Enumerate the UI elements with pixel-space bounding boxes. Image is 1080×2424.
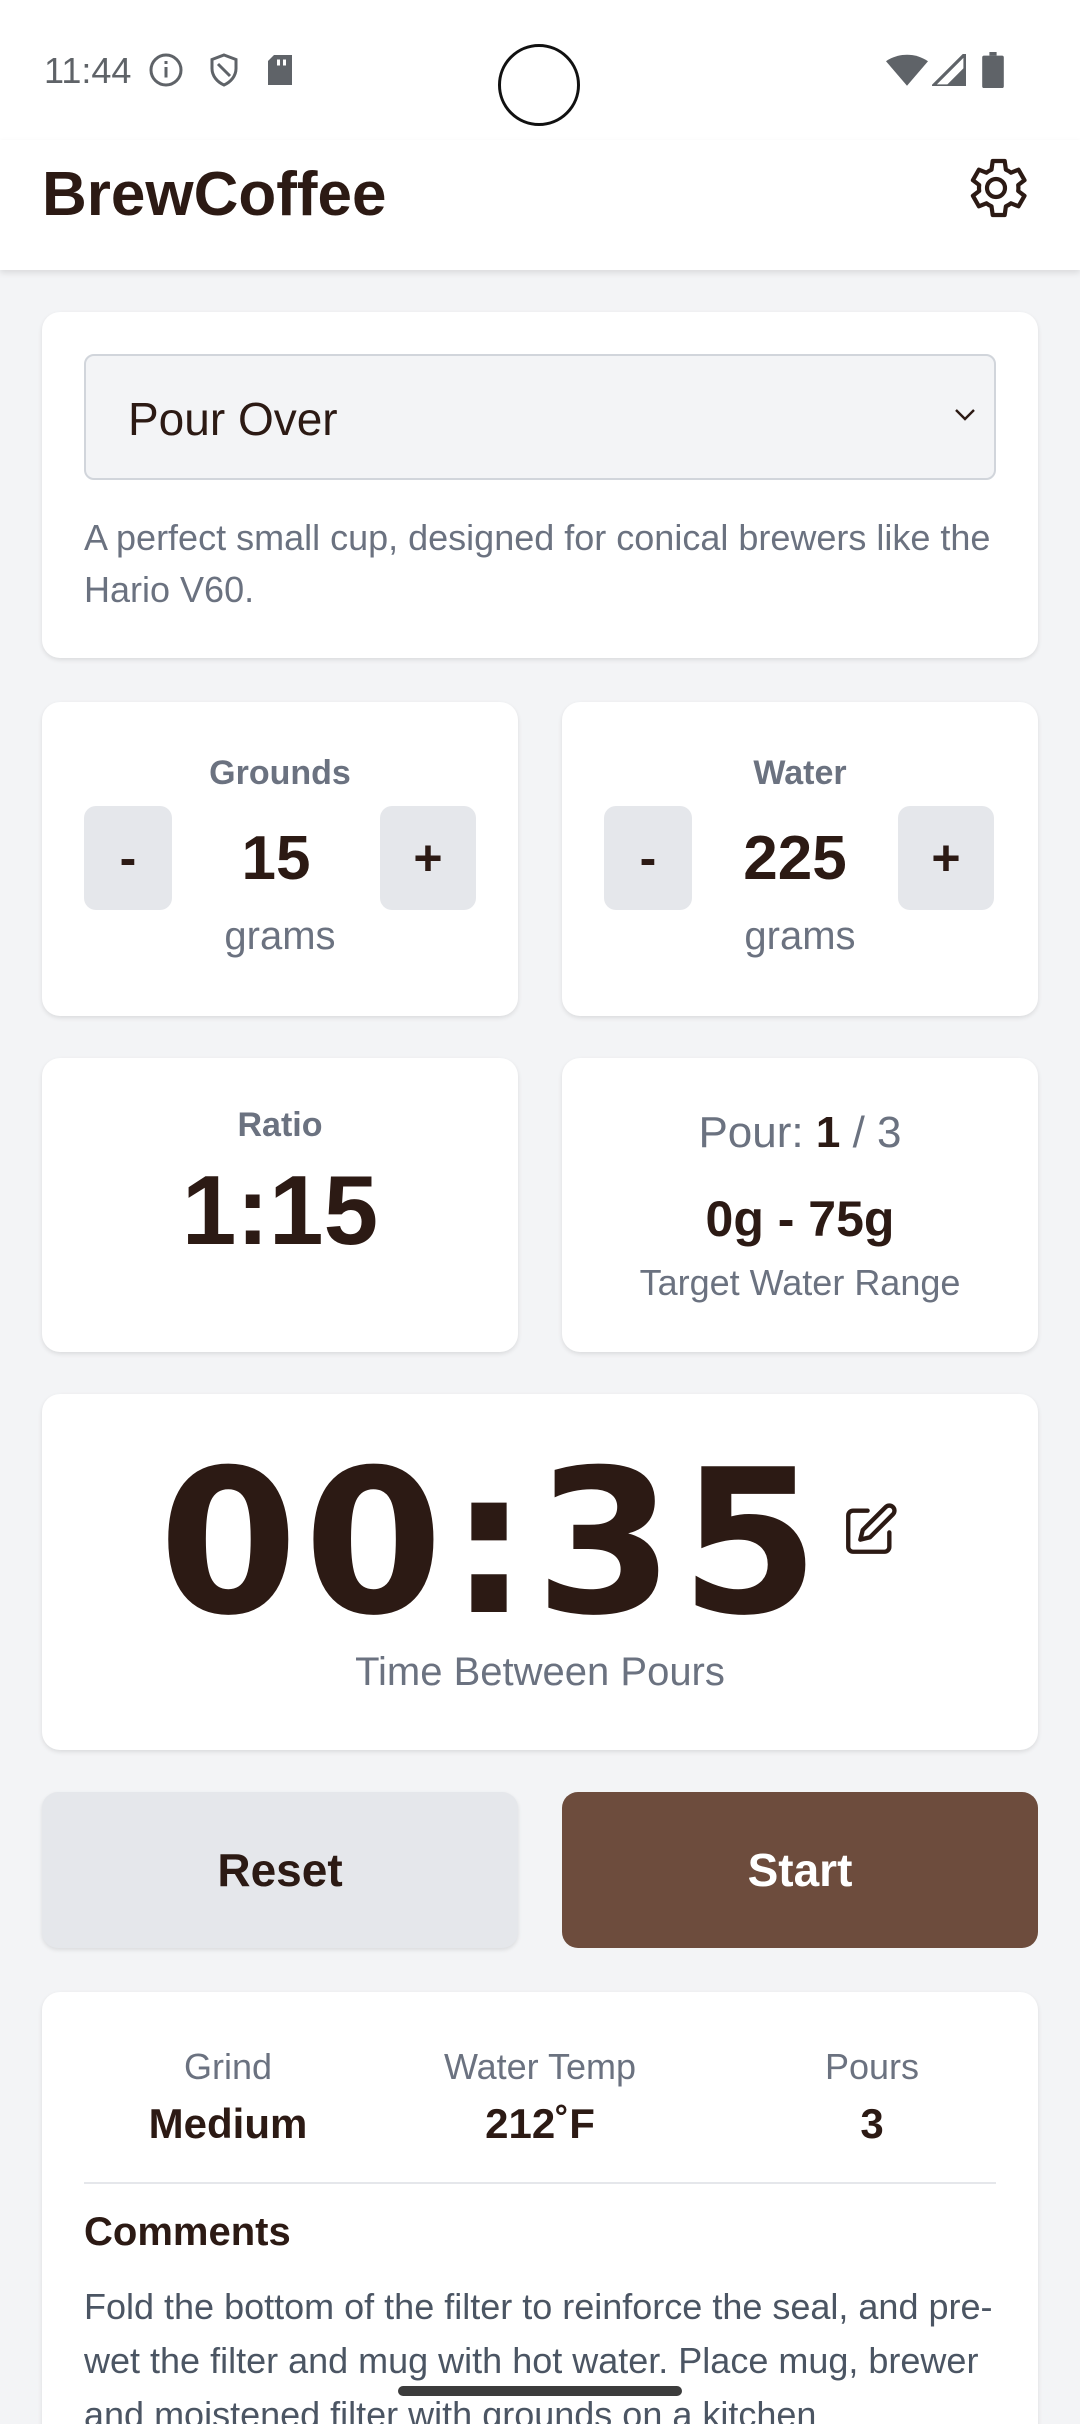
water-card: Water - 225 + grams <box>562 702 1038 1016</box>
grounds-label: Grounds <box>209 754 351 792</box>
pours-info: Pours 3 <box>706 2042 1038 2156</box>
water-decrease-button[interactable]: - <box>604 806 692 910</box>
camera-cutout <box>498 44 580 126</box>
pours-value: 3 <box>860 2100 884 2147</box>
settings-button[interactable] <box>956 150 1036 230</box>
brew-method-description: A perfect small cup, designed for conica… <box>84 517 991 610</box>
sd-card-icon <box>264 52 296 93</box>
water-label: Water <box>753 754 847 792</box>
grounds-card: Grounds - 15 + grams <box>42 702 518 1016</box>
pour-card: Pour: 1 / 3 0g - 75g Target Water Range <box>562 1058 1038 1352</box>
reset-button[interactable]: Reset <box>42 1792 518 1948</box>
brew-info-card: Grind Medium Water Temp 212˚F Pours 3 Co… <box>42 1992 1038 2424</box>
signal-icon <box>929 50 967 91</box>
brew-method-card: Pour Over A perfect small cup, designed … <box>42 312 1038 658</box>
grind-label: Grind <box>183 2046 273 2087</box>
ratio-card: Ratio 1:15 <box>42 1058 518 1352</box>
start-button[interactable]: Start <box>562 1792 1038 1948</box>
timer-card: 00:35 Time Between Pours <box>42 1394 1038 1750</box>
water-unit: grams <box>744 914 856 958</box>
comments-text: Fold the bottom of the filter to reinfor… <box>84 2286 993 2424</box>
target-water-range-label: Target Water Range <box>639 1262 961 1303</box>
grounds-increase-button[interactable]: + <box>380 806 476 910</box>
grounds-decrease-button[interactable]: - <box>84 806 172 910</box>
pours-label: Pours <box>824 2046 920 2087</box>
pour-current: 1 <box>815 1108 841 1157</box>
app-bar: BrewCoffee <box>0 140 1080 270</box>
pour-label: Pour: <box>698 1108 804 1157</box>
grounds-unit: grams <box>224 914 336 958</box>
divider <box>84 2182 996 2184</box>
ratio-value: 1:15 <box>181 1155 379 1265</box>
battery-icon <box>982 52 1004 93</box>
info-icon <box>148 52 184 93</box>
brew-method-selected-value: Pour Over <box>128 393 338 445</box>
grounds-value: 15 <box>241 824 311 893</box>
edit-timer-button[interactable] <box>832 1494 908 1570</box>
timer-label: Time Between Pours <box>355 1650 725 1694</box>
grind-value: Medium <box>148 2100 308 2147</box>
water-increase-button[interactable]: + <box>898 806 994 910</box>
water-temp-value: 212˚F <box>485 2100 595 2147</box>
wifi-icon <box>886 54 928 91</box>
pencil-edit-icon <box>841 1501 899 1564</box>
comments-title: Comments <box>84 2210 291 2254</box>
status-bar: 11:44 <box>0 0 1080 140</box>
shield-icon <box>206 52 242 93</box>
water-temp-label: Water Temp <box>443 2046 637 2087</box>
grind-info: Grind Medium <box>42 2042 414 2156</box>
pour-total: 3 <box>877 1108 902 1157</box>
target-water-range-value: 0g - 75g <box>705 1191 895 1247</box>
brew-method-select[interactable]: Pour Over <box>84 354 996 480</box>
status-time: 11:44 <box>44 50 132 91</box>
gesture-navigation-bar[interactable] <box>398 2386 682 2396</box>
gear-icon <box>960 152 1032 229</box>
pour-counter: Pour: 1 / 3 <box>562 1108 1038 1158</box>
ratio-label: Ratio <box>237 1106 323 1144</box>
chevron-down-icon <box>954 408 976 427</box>
timer-display: 00:35 <box>158 1427 826 1660</box>
pour-separator: / <box>852 1108 865 1157</box>
app-title: BrewCoffee <box>42 160 387 229</box>
water-temp-info: Water Temp 212˚F <box>374 2042 706 2156</box>
water-value: 225 <box>743 824 847 893</box>
